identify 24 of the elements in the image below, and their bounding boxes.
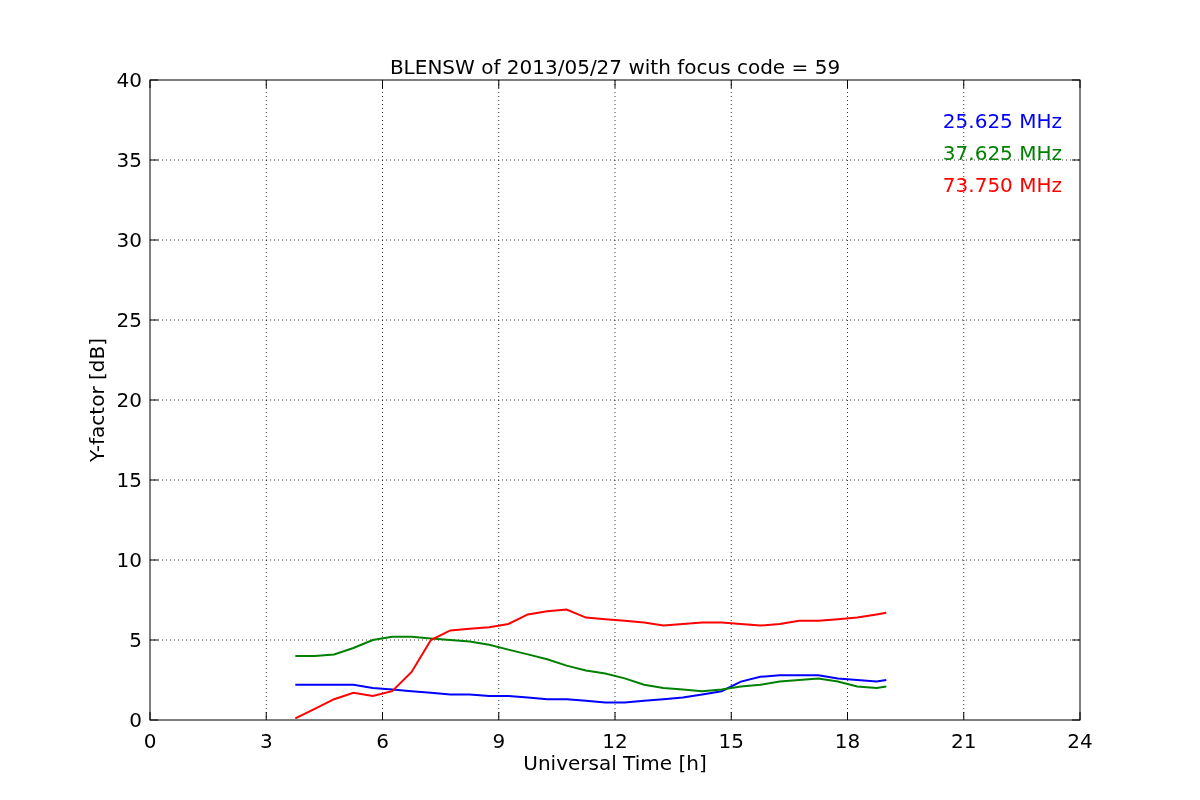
chart-title: BLENSW of 2013/05/27 with focus code = 59 xyxy=(389,55,841,79)
x-tick-label: 6 xyxy=(376,729,389,753)
y-tick-label: 0 xyxy=(129,708,142,732)
legend-label: 25.625 MHz xyxy=(942,109,1062,133)
y-axis-label: Y-factor [dB] xyxy=(85,338,109,462)
x-tick-label: 15 xyxy=(718,729,744,753)
y-tick-label: 10 xyxy=(116,548,142,572)
x-tick-label: 0 xyxy=(143,729,157,753)
y-tick-label: 20 xyxy=(116,388,142,412)
y-tick-label: 35 xyxy=(116,148,142,172)
x-tick-label: 9 xyxy=(492,729,506,753)
x-tick-label: 18 xyxy=(834,729,861,753)
x-tick-label: 12 xyxy=(602,729,628,753)
legend-label: 37.625 MHz xyxy=(942,141,1062,165)
x-tick-label: 3 xyxy=(259,729,273,753)
x-tick-label: 24 xyxy=(1067,729,1093,753)
y-tick-label: 40 xyxy=(116,68,142,92)
legend-label: 73.750 MHz xyxy=(942,173,1062,197)
x-axis-label: Universal Time [h] xyxy=(523,751,707,775)
y-tick-label: 25 xyxy=(116,308,142,332)
y-tick-label: 30 xyxy=(116,228,142,252)
y-tick-label: 5 xyxy=(129,628,142,652)
x-tick-label: 21 xyxy=(951,729,977,753)
y-tick-label: 15 xyxy=(116,468,142,492)
